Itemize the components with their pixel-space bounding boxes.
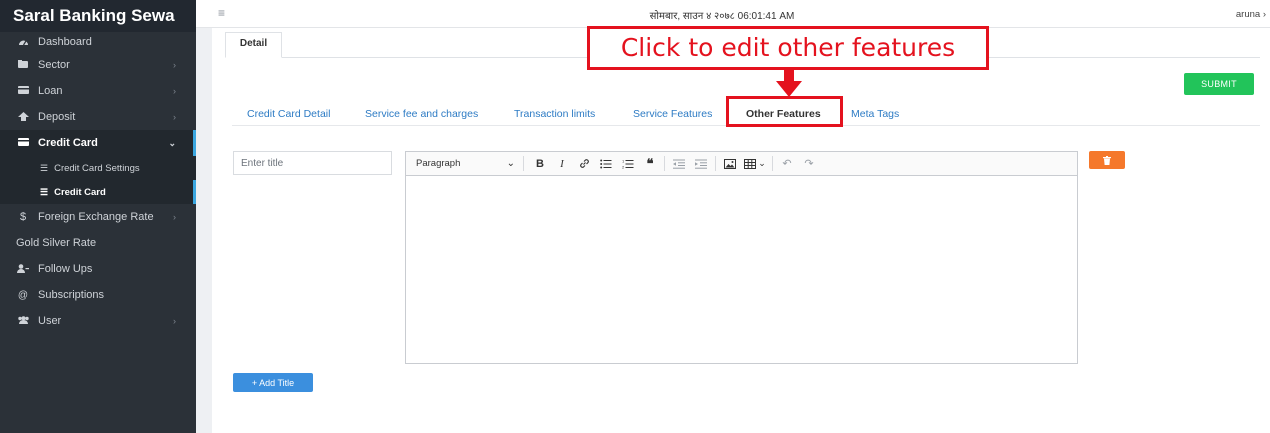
- table-icon[interactable]: ⌄: [742, 155, 768, 173]
- editor-toolbar: Paragraph ⌄ B I 12 ❝ ⌄ ↶ ↷: [405, 151, 1078, 176]
- annotation-callout: Click to edit other features: [587, 26, 989, 70]
- card-icon: [16, 86, 30, 96]
- numbered-list-icon[interactable]: 12: [618, 155, 638, 173]
- subtab-credit-card-detail[interactable]: Credit Card Detail: [247, 108, 330, 120]
- follow-up-icon: [16, 263, 30, 275]
- users-icon: [16, 316, 30, 326]
- annotation-highlight: [726, 96, 843, 127]
- folder-icon: [16, 60, 30, 70]
- chevron-right-icon: ›: [173, 316, 176, 326]
- sidebar-item-label: Credit Card: [38, 137, 98, 149]
- sidebar-subitem-credit-card-settings[interactable]: ☰ Credit Card Settings: [0, 156, 196, 180]
- bold-icon[interactable]: B: [530, 155, 550, 173]
- username: aruna: [1235, 9, 1261, 20]
- submit-button[interactable]: SUBMIT: [1184, 73, 1254, 95]
- format-select-value: Paragraph: [416, 158, 461, 169]
- sidebar-item-label: Dashboard: [38, 36, 92, 48]
- sidebar-item-subscriptions[interactable]: @ Subscriptions: [0, 282, 196, 308]
- chevron-right-icon: ›: [173, 60, 176, 70]
- sidebar-item-deposit[interactable]: Deposit ›: [0, 104, 196, 130]
- tab-detail[interactable]: Detail: [225, 32, 282, 58]
- toolbar-separator: [772, 156, 773, 171]
- sidebar-item-sector[interactable]: Sector ›: [0, 52, 196, 78]
- add-title-button[interactable]: + Add Title: [233, 373, 313, 392]
- svg-text:2: 2: [622, 164, 625, 169]
- sidebar-item-dashboard[interactable]: Dashboard: [0, 32, 196, 52]
- credit-card-icon: [16, 138, 30, 148]
- subtab-meta-tags[interactable]: Meta Tags: [851, 108, 899, 120]
- deposit-icon: [16, 111, 30, 123]
- sidebar-item-label: Deposit: [38, 111, 76, 123]
- sidebar-item-label: Loan: [38, 85, 63, 97]
- user-menu[interactable]: aruna ›: [1236, 9, 1266, 20]
- sidebar-subitem-label: Credit Card: [54, 186, 106, 198]
- toolbar-separator: [664, 156, 665, 171]
- sidebar-item-label: Gold Silver Rate: [16, 237, 97, 249]
- sidebar-item-label: Sector: [38, 59, 70, 71]
- trash-icon: [1103, 153, 1111, 168]
- main-card: Detail SUBMIT Credit Card Detail Service…: [212, 28, 1270, 433]
- brand-title[interactable]: Saral Banking Sewa: [0, 0, 196, 32]
- sidebar-item-foreign-exchange[interactable]: $ Foreign Exchange Rate ›: [0, 204, 196, 230]
- sidebar-item-label: Foreign Exchange Rate: [38, 211, 154, 223]
- sidebar-item-follow-ups[interactable]: Follow Ups: [0, 256, 196, 282]
- paragraph-format-select[interactable]: Paragraph ⌄: [406, 156, 524, 171]
- toolbar-separator: [715, 156, 716, 171]
- current-datetime: सोमबार, साउन ४ २०७८ 06:01:41 AM: [649, 11, 795, 22]
- blockquote-icon[interactable]: ❝: [640, 155, 660, 173]
- sidebar: Saral Banking Sewa Dashboard Sector › Lo…: [0, 0, 196, 433]
- sidebar-subitem-label: Credit Card Settings: [54, 162, 140, 174]
- at-icon: @: [17, 289, 29, 301]
- redo-icon[interactable]: ↷: [799, 155, 819, 173]
- list-icon: ☰: [40, 186, 49, 197]
- chevron-right-icon: ›: [173, 112, 176, 122]
- undo-icon[interactable]: ↶: [777, 155, 797, 173]
- chevron-right-icon: ›: [173, 86, 176, 96]
- delete-button[interactable]: [1089, 151, 1125, 169]
- subtab-service-features[interactable]: Service Features: [633, 108, 712, 120]
- annotation-arrow-icon: [776, 70, 802, 97]
- rich-text-editor[interactable]: [405, 175, 1078, 364]
- bulleted-list-icon[interactable]: [596, 155, 616, 173]
- dollar-icon: $: [19, 211, 27, 223]
- sidebar-item-label: User: [38, 315, 62, 327]
- feature-title-input[interactable]: [233, 151, 392, 175]
- chevron-down-icon: ⌄: [168, 137, 176, 148]
- link-icon[interactable]: [574, 155, 594, 173]
- top-bar: ≡ सोमबार, साउन ४ २०७८ 06:01:41 AM aruna …: [196, 0, 1270, 28]
- sidebar-item-label: Subscriptions: [38, 289, 105, 301]
- sidebar-item-gold-silver-rate[interactable]: Gold Silver Rate: [0, 230, 196, 256]
- sidebar-subitem-credit-card[interactable]: ☰ Credit Card: [0, 180, 196, 204]
- italic-icon[interactable]: I: [552, 155, 572, 173]
- indent-icon[interactable]: [691, 155, 711, 173]
- dashboard-icon: [16, 37, 30, 48]
- chevron-down-icon: ⌄: [506, 158, 515, 169]
- list-icon: ☰: [40, 162, 49, 173]
- outdent-icon[interactable]: [669, 155, 689, 173]
- sidebar-item-label: Follow Ups: [38, 263, 93, 275]
- chevron-right-icon: ›: [173, 212, 176, 222]
- sidebar-item-credit-card[interactable]: Credit Card ⌄: [0, 130, 196, 156]
- subtab-transaction-limits[interactable]: Transaction limits: [514, 108, 595, 120]
- subtab-service-fee[interactable]: Service fee and charges: [365, 108, 478, 120]
- sidebar-item-loan[interactable]: Loan ›: [0, 78, 196, 104]
- svg-text:1: 1: [622, 159, 625, 164]
- sidebar-item-user[interactable]: User ›: [0, 308, 196, 334]
- image-icon[interactable]: [720, 155, 740, 173]
